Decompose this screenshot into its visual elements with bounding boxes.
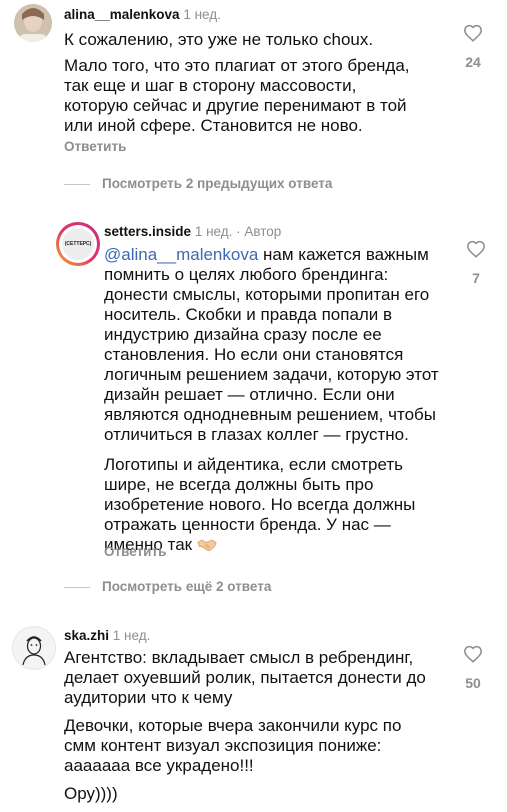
divider-line: [64, 183, 90, 185]
like-control: 7: [458, 240, 494, 286]
heart-outline-icon[interactable]: [466, 240, 486, 258]
comment-paragraph: @alina__malenkova нам кажется важным пом…: [104, 245, 439, 445]
comment-paragraph: Мало того, что это плагиат от этого брен…: [64, 56, 410, 135]
view-more-replies-label: Посмотреть ещё 2 ответа: [102, 579, 272, 594]
comment-paragraph: Девочки, которые вчера закончили курс по…: [64, 716, 402, 775]
username[interactable]: setters.inside: [104, 224, 191, 239]
divider-line: [64, 586, 90, 588]
user-drawing-icon: [13, 627, 55, 669]
timestamp: 1 нед.: [112, 628, 151, 643]
view-previous-replies[interactable]: Посмотреть 2 предыдущих ответа: [64, 176, 332, 191]
timestamp: 1 нед.: [183, 7, 221, 22]
comment-paragraph: Агентство: вкладывает смысл в ребрендинг…: [64, 648, 426, 707]
mention-link[interactable]: @alina__malenkova: [104, 245, 258, 264]
heart-outline-icon[interactable]: [463, 24, 483, 42]
comment-text: К сожалению, это уже не только choux. Ма…: [64, 30, 424, 144]
avatar-logo: (СЕТТЕРС): [62, 228, 94, 260]
avatar-inner: (СЕТТЕРС): [59, 225, 97, 263]
heart-outline-icon[interactable]: [463, 645, 483, 663]
like-count: 7: [472, 270, 480, 286]
timestamp: 1 нед.: [194, 224, 233, 239]
comment-text: Агентство: вкладывает смысл в ребрендинг…: [64, 648, 434, 812]
comment-meta: alina__malenkova 1 нед.: [64, 6, 221, 23]
view-previous-replies-label: Посмотреть 2 предыдущих ответа: [102, 176, 333, 191]
user-photo-icon: [14, 4, 52, 42]
avatar[interactable]: [14, 4, 52, 42]
comment-text: @alina__malenkova нам кажется важным пом…: [104, 245, 439, 566]
like-count: 24: [465, 54, 481, 70]
like-control: 24: [455, 24, 491, 70]
username[interactable]: ska.zhi: [64, 628, 109, 643]
comment-paragraph: К сожалению, это уже не только choux.: [64, 30, 374, 49]
view-more-replies[interactable]: Посмотреть ещё 2 ответа: [64, 579, 271, 594]
reply-button[interactable]: Ответить: [64, 139, 126, 154]
avatar[interactable]: [12, 626, 56, 670]
comment-paragraph: Логотипы и айдентика, если смотреть шире…: [104, 455, 439, 558]
comment-paragraph-text: Логотипы и айдентика, если смотреть шире…: [104, 455, 416, 554]
like-control: 50: [455, 645, 491, 691]
comment-paragraph: Ору)))): [64, 784, 118, 803]
reply-button[interactable]: Ответить: [104, 544, 166, 559]
comment-meta: setters.inside 1 нед. · Автор: [104, 223, 281, 240]
comment-meta: ska.zhi 1 нед.: [64, 627, 150, 644]
like-count: 50: [465, 675, 481, 691]
avatar[interactable]: (СЕТТЕРС): [56, 222, 100, 266]
handshake-icon: [197, 537, 217, 558]
username[interactable]: alina__malenkova: [64, 7, 180, 22]
comment-paragraph-text: нам кажется важным помнить о целях любог…: [104, 245, 439, 444]
author-badge: · Автор: [236, 224, 282, 239]
